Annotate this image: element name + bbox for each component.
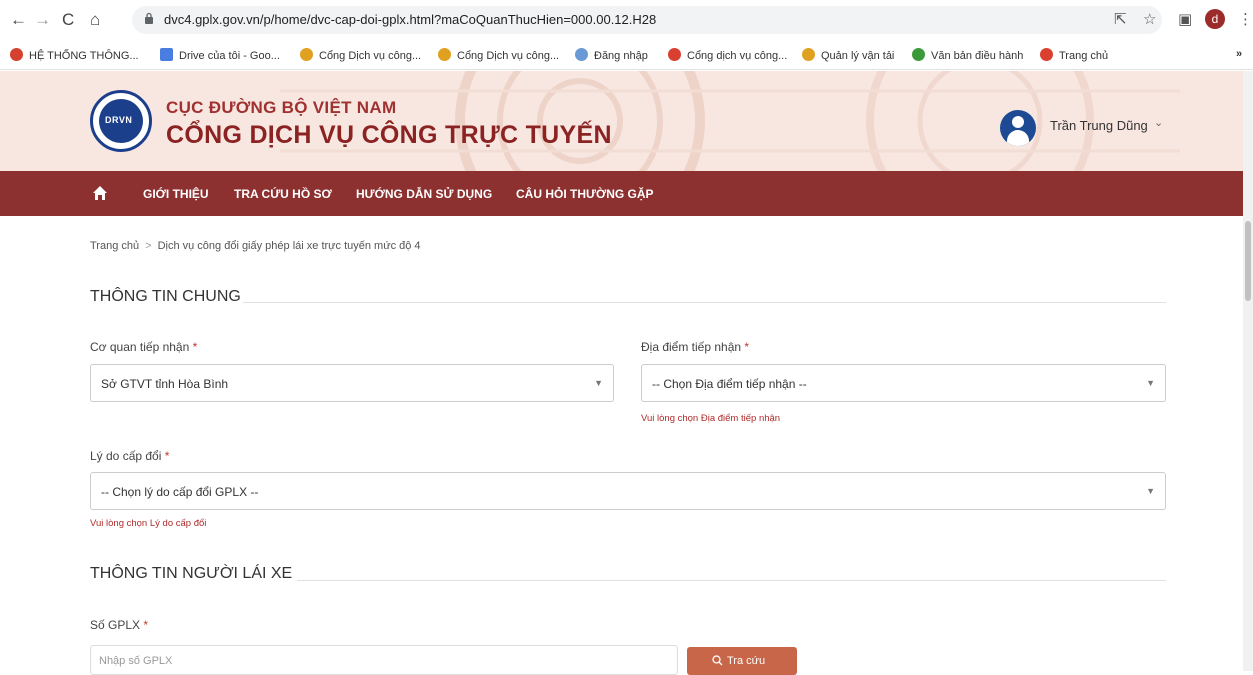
bookmark-icon bbox=[10, 48, 23, 61]
bookmark-label: Trang chủ bbox=[1059, 50, 1109, 62]
bookmark-icon bbox=[300, 48, 313, 61]
lock-icon bbox=[145, 12, 153, 24]
back-icon[interactable]: ← bbox=[10, 10, 27, 30]
section-title-general: THÔNG TIN CHUNG bbox=[90, 288, 241, 305]
bookmark-item[interactable]: Trang chủ bbox=[1040, 48, 1108, 62]
main-nav: GIỚI THIỆU TRA CỨU HỒ SƠ HƯỚNG DẪN SỬ DỤ… bbox=[0, 171, 1243, 216]
home-icon[interactable]: ⌂ bbox=[90, 10, 100, 30]
breadcrumb-home[interactable]: Trang chủ bbox=[90, 240, 139, 252]
chevron-down-icon[interactable]: ⌄ bbox=[1154, 116, 1163, 129]
forward-icon[interactable]: → bbox=[34, 10, 51, 30]
user-avatar[interactable] bbox=[1000, 110, 1036, 146]
user-name[interactable]: Trần Trung Dũng bbox=[1050, 118, 1148, 133]
more-bookmarks-button[interactable]: » bbox=[1236, 48, 1242, 60]
bookmark-item[interactable]: Drive của tôi - Goo... bbox=[160, 48, 280, 62]
bookmark-icon bbox=[1040, 48, 1053, 61]
bookmark-icon bbox=[575, 48, 588, 61]
reload-icon[interactable]: C bbox=[62, 10, 74, 30]
breadcrumb-current: Dịch vụ công đổi giấy phép lái xe trực t… bbox=[157, 240, 421, 252]
section-title-driver: THÔNG TIN NGƯỜI LÁI XE bbox=[90, 565, 293, 582]
caret-down-icon: ▼ bbox=[594, 378, 603, 388]
reason-label-text: Lý do cấp đổi bbox=[90, 449, 162, 463]
reason-select[interactable]: -- Chọn lý do cấp đổi GPLX -- ▼ bbox=[90, 472, 1166, 510]
license-input-placeholder: Nhập số GPLX bbox=[99, 655, 173, 667]
bookmark-icon bbox=[912, 48, 925, 61]
breadcrumb-separator: > bbox=[145, 240, 152, 252]
bookmark-label: Văn bản điều hành bbox=[931, 50, 1024, 62]
bookmark-item[interactable]: Cổng Dịch vụ công... bbox=[300, 48, 421, 62]
search-icon bbox=[712, 655, 723, 666]
org-name: CỤC ĐƯỜNG BỘ VIỆT NAM bbox=[166, 98, 397, 117]
location-error: Vui lòng chọn Địa điểm tiếp nhận bbox=[641, 413, 781, 424]
bookmarks-bar: HỆ THỐNG THÔNG... Drive của tôi - Goo...… bbox=[0, 40, 1253, 70]
required-marker: * bbox=[192, 340, 198, 354]
share-icon[interactable]: ⇱ bbox=[1114, 10, 1127, 28]
drive-icon bbox=[160, 48, 173, 61]
nav-item-tra-cuu[interactable]: TRA CỨU HỒ SƠ bbox=[234, 187, 332, 201]
required-marker: * bbox=[744, 340, 750, 354]
bookmark-item[interactable]: Quản lý vận tải bbox=[802, 48, 894, 62]
location-select[interactable]: -- Chọn Địa điểm tiếp nhận -- ▼ bbox=[641, 364, 1166, 402]
bookmark-label: Đăng nhập bbox=[594, 50, 648, 62]
nav-item-gioi-thieu[interactable]: GIỚI THIỆU bbox=[143, 187, 209, 201]
user-icon-body bbox=[1007, 130, 1029, 146]
breadcrumb: Trang chủ > Dịch vụ công đổi giấy phép lái… bbox=[90, 240, 421, 252]
bookmark-item[interactable]: HỆ THỐNG THÔNG... bbox=[10, 48, 139, 62]
location-label-text: Địa điểm tiếp nhận bbox=[641, 340, 742, 354]
bookmark-label: Drive của tôi - Goo... bbox=[179, 50, 280, 62]
nav-item-huong-dan[interactable]: HƯỚNG DẪN SỬ DỤNG bbox=[356, 187, 492, 201]
sidebar-icon[interactable]: ▣ bbox=[1178, 10, 1192, 28]
license-label: Số GPLX * bbox=[90, 618, 148, 632]
location-label: Địa điểm tiếp nhận * bbox=[641, 340, 749, 354]
reason-error: Vui lòng chọn Lý do cấp đổi bbox=[90, 518, 207, 529]
bookmark-label: Cổng Dịch vụ công... bbox=[319, 50, 422, 62]
agency-select[interactable]: Sở GTVT tỉnh Hòa Bình ▼ bbox=[90, 364, 614, 402]
drvn-logo[interactable]: DRVN bbox=[90, 90, 152, 152]
scroll-thumb[interactable] bbox=[1245, 221, 1251, 301]
home-icon[interactable] bbox=[92, 185, 108, 201]
agency-label: Cơ quan tiếp nhận * bbox=[90, 340, 197, 354]
bookmark-label: Cổng Dịch vụ công... bbox=[457, 50, 560, 62]
browser-toolbar: ← → C ⌂ dvc4.gplx.gov.vn/p/home/dvc-cap-… bbox=[0, 0, 1253, 40]
location-select-value: -- Chọn Địa điểm tiếp nhận -- bbox=[652, 377, 807, 391]
bookmark-icon bbox=[802, 48, 815, 61]
portal-name: CỔNG DỊCH VỤ CÔNG TRỰC TUYẾN bbox=[166, 121, 612, 149]
site-header: DRVN CỤC ĐƯỜNG BỘ VIỆT NAM CỔNG DỊCH VỤ … bbox=[0, 71, 1243, 171]
profile-avatar[interactable]: d bbox=[1205, 9, 1225, 29]
reason-select-value: -- Chọn lý do cấp đổi GPLX -- bbox=[101, 485, 259, 499]
section-divider bbox=[297, 580, 1166, 581]
nav-item-cau-hoi[interactable]: CÂU HỎI THƯỜNG GẶP bbox=[516, 187, 654, 201]
bookmark-icon bbox=[438, 48, 451, 61]
bookmark-item[interactable]: Văn bản điều hành bbox=[912, 48, 1023, 62]
star-icon[interactable]: ☆ bbox=[1143, 10, 1156, 28]
logo-text: DRVN bbox=[105, 115, 133, 125]
reason-label: Lý do cấp đổi * bbox=[90, 449, 169, 463]
required-marker: * bbox=[143, 618, 149, 632]
section-divider bbox=[243, 302, 1166, 303]
url-text: dvc4.gplx.gov.vn/p/home/dvc-cap-doi-gplx… bbox=[164, 12, 657, 27]
caret-down-icon: ▼ bbox=[1146, 486, 1155, 496]
menu-icon[interactable]: ⋮ bbox=[1238, 10, 1253, 28]
bookmark-icon bbox=[668, 48, 681, 61]
bookmark-label: Quản lý vận tải bbox=[821, 50, 895, 62]
license-label-text: Số GPLX bbox=[90, 618, 141, 632]
bookmark-item[interactable]: Đăng nhập bbox=[575, 48, 648, 62]
search-button-label: Tra cứu bbox=[727, 655, 766, 667]
user-icon bbox=[1012, 116, 1024, 128]
bookmark-item[interactable]: Cổng Dịch vụ công... bbox=[438, 48, 559, 62]
agency-select-value: Sở GTVT tỉnh Hòa Bình bbox=[101, 377, 229, 391]
bookmark-label: HỆ THỐNG THÔNG... bbox=[29, 50, 139, 62]
page-scrollbar[interactable] bbox=[1243, 71, 1253, 671]
bookmark-label: Cổng dịch vụ công... bbox=[687, 50, 788, 62]
required-marker: * bbox=[164, 449, 170, 463]
caret-down-icon: ▼ bbox=[1146, 378, 1155, 388]
agency-label-text: Cơ quan tiếp nhận bbox=[90, 340, 190, 354]
bookmark-item[interactable]: Cổng dịch vụ công... bbox=[668, 48, 787, 62]
